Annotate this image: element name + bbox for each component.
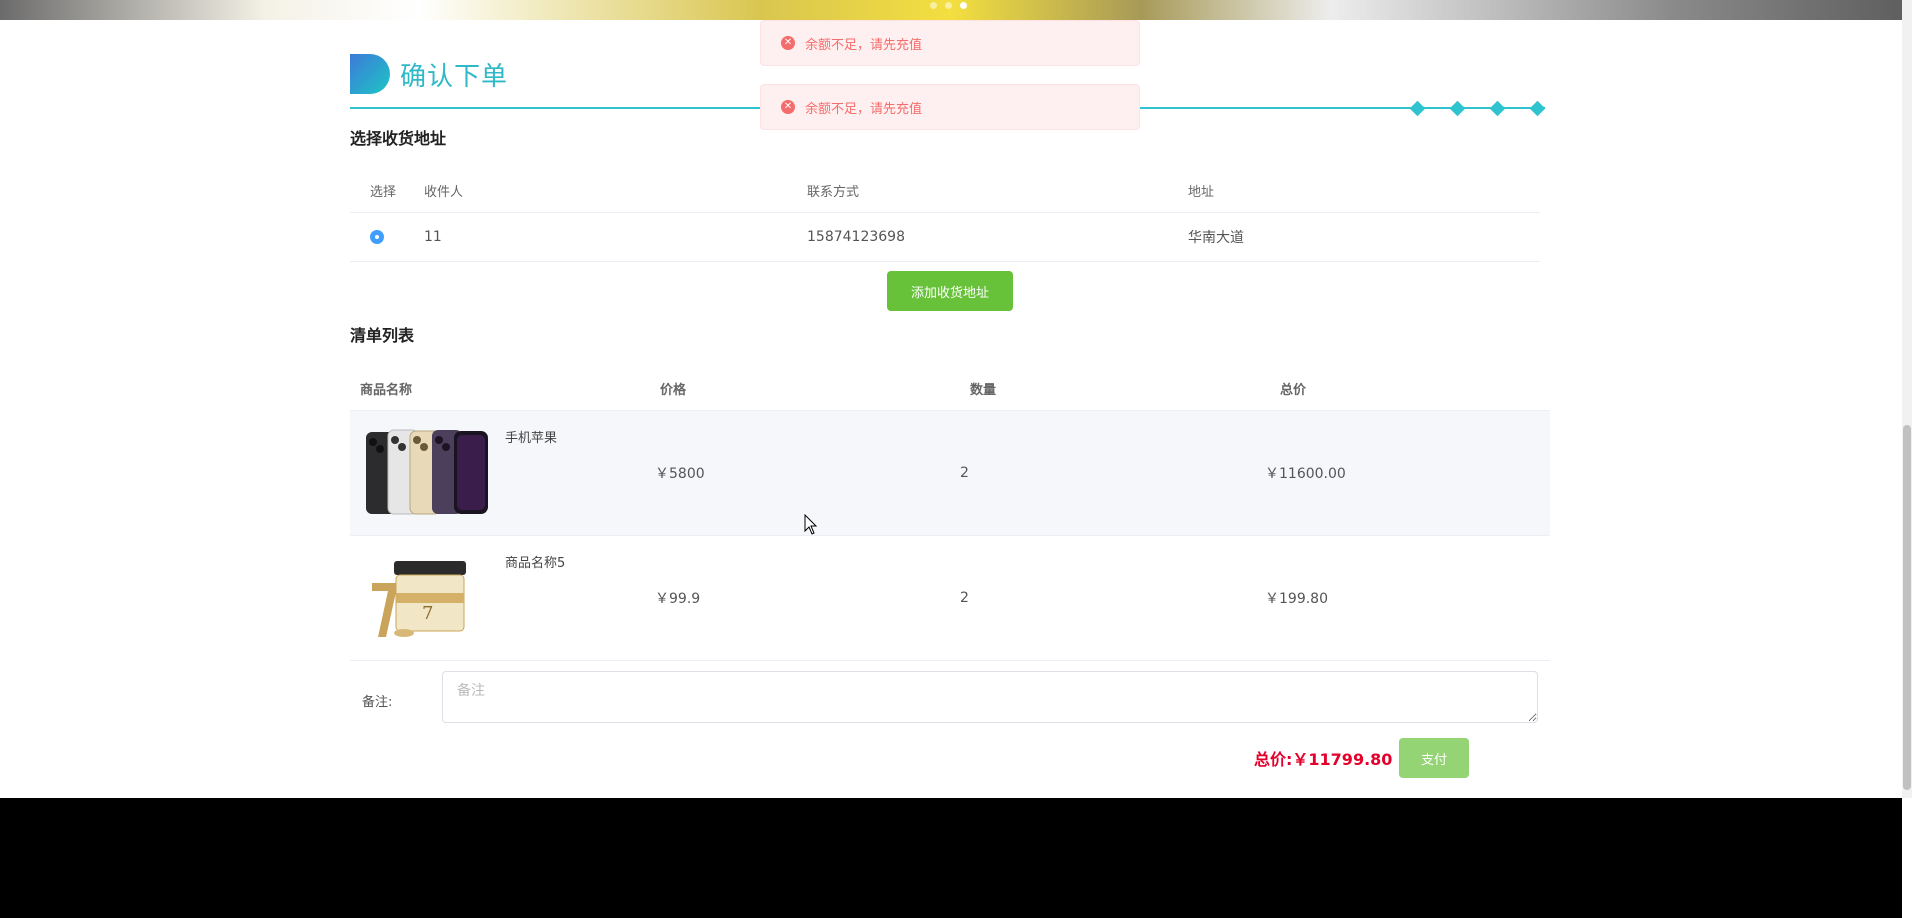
heading-logo-icon (350, 54, 390, 94)
remark-input[interactable] (442, 671, 1538, 723)
address-radio[interactable] (370, 230, 384, 244)
recipient-name: 11 (424, 229, 442, 245)
error-circle-icon: ✕ (781, 36, 795, 50)
col-header-phone: 联系方式 (807, 184, 860, 200)
error-circle-icon: ✕ (781, 100, 795, 114)
add-address-button[interactable]: 添加收货地址 (887, 271, 1013, 311)
carousel-dot-active[interactable] (960, 2, 967, 9)
col-header-address: 地址 (1188, 184, 1215, 200)
items-table: 商品名称 价格 数量 总价 手机苹果 ￥5800 2 ￥11600.00 7 商… (350, 366, 1550, 661)
col-header-total: 总价 (1280, 382, 1307, 398)
table-row[interactable]: 手机苹果 ￥5800 2 ￥11600.00 (350, 411, 1550, 536)
order-total: 总价:￥11799.80 (1254, 746, 1392, 770)
toast-message: 余额不足，请先充值 (805, 101, 923, 117)
carousel-dot[interactable] (945, 2, 952, 9)
footer (0, 798, 1902, 918)
page-title: 确认下单 (400, 61, 509, 92)
carousel-banner[interactable] (0, 0, 1902, 20)
mouse-pointer-icon (804, 514, 818, 535)
pay-button[interactable]: 支付 (1399, 738, 1469, 778)
address-table: 选择 收件人 联系方式 地址 11 15874123698 华南大道 (350, 168, 1540, 262)
product-cell: 7 商品名称5 (350, 536, 650, 660)
col-header-product: 商品名称 (360, 382, 413, 398)
page-heading: 确认下单 (350, 54, 508, 94)
table-row[interactable]: 7 商品名称5 ￥99.9 2 ￥199.80 (350, 536, 1550, 661)
items-section-title: 清单列表 (350, 326, 415, 345)
col-header-price: 价格 (660, 382, 687, 398)
error-toast: ✕ 余额不足，请先充值 (760, 20, 1140, 66)
address-select-cell[interactable] (350, 230, 424, 244)
scrollbar-thumb[interactable] (1903, 425, 1911, 790)
product-total: ￥199.80 (1265, 591, 1328, 607)
total-label-text: 总价: (1254, 750, 1293, 769)
col-header-recipient: 收件人 (424, 184, 464, 200)
col-header-select: 选择 (370, 184, 397, 200)
toast-message: 余额不足，请先充值 (805, 37, 923, 53)
iphone-product-image (366, 429, 488, 515)
cream-product-image: 7 (364, 553, 490, 641)
product-quantity: 2 (960, 590, 969, 606)
total-amount: ￥11799.80 (1292, 750, 1393, 769)
carousel-dot[interactable] (930, 2, 937, 9)
svg-text:7: 7 (422, 603, 433, 624)
items-table-header: 商品名称 价格 数量 总价 (350, 366, 1550, 411)
address-table-header: 选择 收件人 联系方式 地址 (350, 168, 1540, 213)
error-toast: ✕ 余额不足，请先充值 (760, 84, 1140, 130)
product-total: ￥11600.00 (1265, 466, 1346, 482)
product-quantity: 2 (960, 465, 969, 481)
address-row[interactable]: 11 15874123698 华南大道 (350, 213, 1540, 262)
product-cell: 手机苹果 (350, 411, 650, 535)
product-name: 手机苹果 (505, 431, 558, 446)
carousel-dots[interactable] (930, 2, 967, 9)
product-price: ￥5800 (655, 466, 705, 482)
recipient-address: 华南大道 (1188, 230, 1244, 246)
address-section-title: 选择收货地址 (350, 129, 447, 148)
recipient-phone: 15874123698 (807, 229, 905, 245)
product-price: ￥99.9 (655, 591, 701, 607)
product-name: 商品名称5 (505, 556, 566, 571)
remark-label: 备注: (362, 695, 393, 710)
col-header-quantity: 数量 (970, 382, 997, 398)
